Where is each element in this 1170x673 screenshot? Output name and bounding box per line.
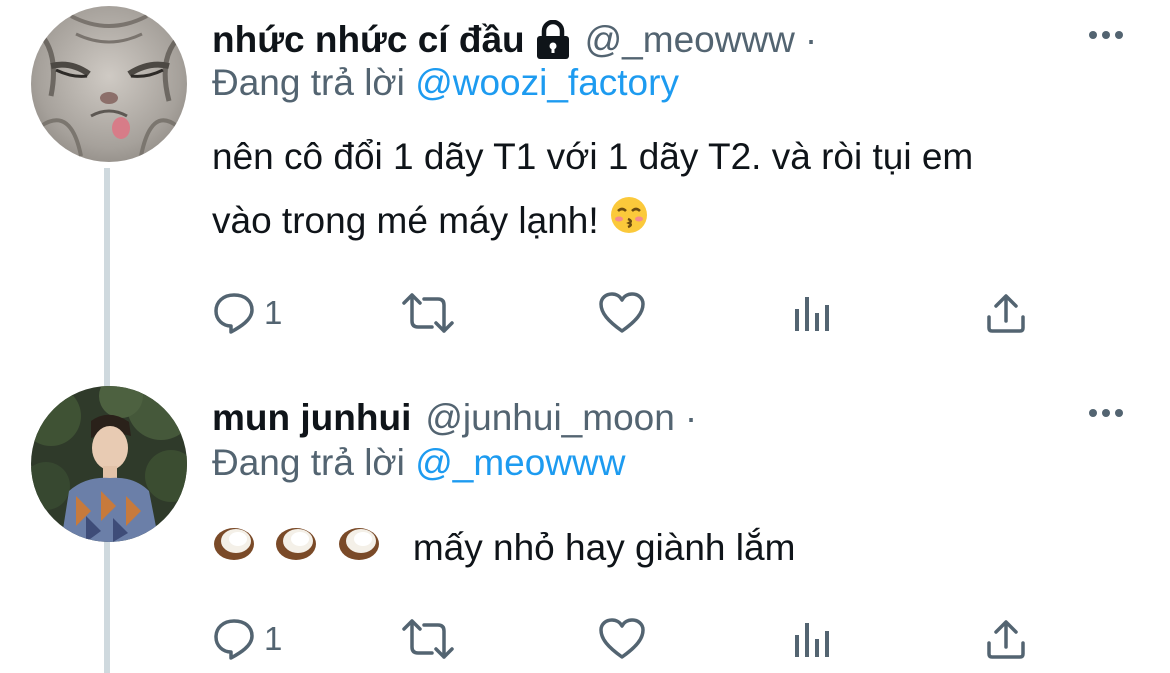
retweet-button[interactable] <box>400 614 456 664</box>
share-icon <box>984 617 1028 661</box>
more-options-icon[interactable] <box>1086 398 1126 428</box>
tweet-actions: 1 <box>212 288 1042 338</box>
reply-count: 1 <box>264 294 283 331</box>
tweet-text-line: vào trong mé máy lạnh! <box>212 200 599 241</box>
display-name[interactable]: nhức nhức cí đầu <box>212 19 525 61</box>
replying-to-label: Đang trả lời <box>212 62 405 103</box>
reply-button[interactable]: 1 <box>212 288 282 338</box>
separator-dot: · <box>804 19 818 60</box>
like-button[interactable] <box>598 614 646 664</box>
tweet[interactable]: mun junhui @junhui_moon · Đang trả lời @… <box>0 382 1170 673</box>
retweet-icon <box>400 617 456 661</box>
analytics-button[interactable] <box>792 614 832 664</box>
replying-to-label: Đang trả lời <box>212 442 405 483</box>
reply-button[interactable]: 1 <box>212 614 282 664</box>
coconut-emoji-icon <box>274 518 318 582</box>
tweet-header: nhức nhức cí đầu @_meowww · <box>212 14 817 66</box>
tweet-text-line: nên cô đổi 1 dãy T1 với 1 dãy T2. và ròi… <box>212 136 974 177</box>
tweet-text-line-2: vào trong mé máy lạnh! <box>212 189 1132 255</box>
avatar[interactable] <box>31 6 187 162</box>
replying-to-handle[interactable]: @woozi_factory <box>415 62 679 103</box>
cat-avatar-image <box>31 6 187 162</box>
more-options-icon[interactable] <box>1086 20 1126 50</box>
replying-to: Đang trả lời @_meowww <box>212 442 625 484</box>
replying-to-handle[interactable]: @_meowww <box>415 442 625 483</box>
user-handle[interactable]: @junhui_moon <box>425 397 674 439</box>
share-button[interactable] <box>984 288 1028 338</box>
tweet-header: mun junhui @junhui_moon · <box>212 392 697 444</box>
share-icon <box>984 291 1028 335</box>
kissing-face-emoji-icon <box>609 191 649 255</box>
heart-icon <box>598 617 646 661</box>
lock-icon <box>535 19 571 60</box>
coconut-emoji-icon <box>337 518 381 582</box>
tweet-text: nên cô đổi 1 dãy T1 với 1 dãy T2. và ròi… <box>212 125 1132 255</box>
avatar[interactable] <box>31 386 187 542</box>
reply-count: 1 <box>264 620 283 657</box>
user-handle[interactable]: @_meowww <box>585 19 795 61</box>
tweet-text-line: mấy nhỏ hay giành lắm <box>412 527 796 568</box>
like-button[interactable] <box>598 288 646 338</box>
analytics-button[interactable] <box>792 288 832 338</box>
separator-dot: · <box>684 397 698 438</box>
coconut-emoji-icon <box>212 518 256 582</box>
person-avatar-image <box>31 386 187 542</box>
share-button[interactable] <box>984 614 1028 664</box>
reply-icon <box>212 291 256 335</box>
analytics-icon <box>792 617 832 661</box>
tweet[interactable]: nhức nhức cí đầu @_meowww · Đang trả lời… <box>0 0 1170 360</box>
analytics-icon <box>792 291 832 335</box>
retweet-button[interactable] <box>400 288 456 338</box>
replying-to: Đang trả lời @woozi_factory <box>212 62 679 104</box>
tweet-actions: 1 <box>212 614 1042 664</box>
tweet-text: mấy nhỏ hay giành lắm <box>212 516 1132 582</box>
heart-icon <box>598 291 646 335</box>
retweet-icon <box>400 291 456 335</box>
reply-icon <box>212 617 256 661</box>
display-name[interactable]: mun junhui <box>212 397 411 439</box>
